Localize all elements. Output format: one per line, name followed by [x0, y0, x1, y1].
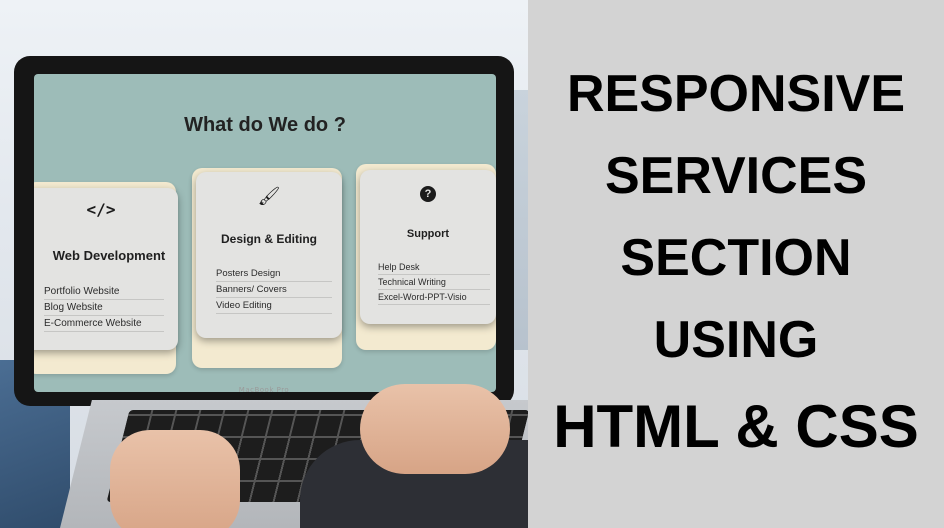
paintbrush-icon: 🖌 [257, 186, 281, 207]
list-item: Posters Design [216, 266, 332, 282]
right-hand [360, 384, 510, 474]
headline-line-3: SECTION [620, 229, 852, 287]
laptop: What do We do ? </> Web Development Port… [14, 56, 514, 406]
card-title: Design & Editing [221, 232, 317, 246]
question-circle-icon: ? [360, 182, 496, 202]
list-item: E-Commerce Website [44, 316, 164, 332]
headline-line-2: SERVICES [604, 147, 868, 205]
left-hand [110, 430, 240, 528]
list-item: Banners/ Covers [216, 282, 332, 298]
headline-line-4: USING [653, 311, 819, 369]
service-card-support[interactable]: ? Support Help Desk Technical Writing Ex… [360, 170, 496, 324]
hero-photo: What do We do ? </> Web Development Port… [0, 0, 528, 528]
card-title: Support [406, 228, 450, 240]
headline-line-5: HTML & CSS [553, 393, 919, 460]
list-item: Help Desk [378, 260, 490, 275]
list-item: Blog Website [44, 300, 164, 316]
service-card-design-editing[interactable]: 🖌 Design & Editing Posters Design Banner… [196, 172, 342, 338]
service-card-web-development[interactable]: </> Web Development Portfolio Website Bl… [34, 188, 178, 350]
list-item: Portfolio Website [44, 284, 164, 300]
list-item: Technical Writing [378, 275, 490, 290]
service-list: Posters Design Banners/ Covers Video Edi… [216, 266, 332, 314]
service-list: Portfolio Website Blog Website E-Commerc… [44, 284, 164, 332]
card-title: Web Development [52, 248, 166, 263]
list-item: Excel-Word-PPT-Visio [378, 290, 490, 305]
code-icon: </> [86, 200, 116, 219]
section-title: What do We do ? [184, 114, 346, 136]
headline-line-1: RESPONSIVE [566, 65, 906, 123]
list-item: Video Editing [216, 298, 332, 314]
headline-panel: RESPONSIVE SERVICES SECTION USING HTML &… [528, 0, 944, 528]
laptop-screen: What do We do ? </> Web Development Port… [34, 74, 496, 392]
service-list: Help Desk Technical Writing Excel-Word-P… [378, 260, 490, 305]
